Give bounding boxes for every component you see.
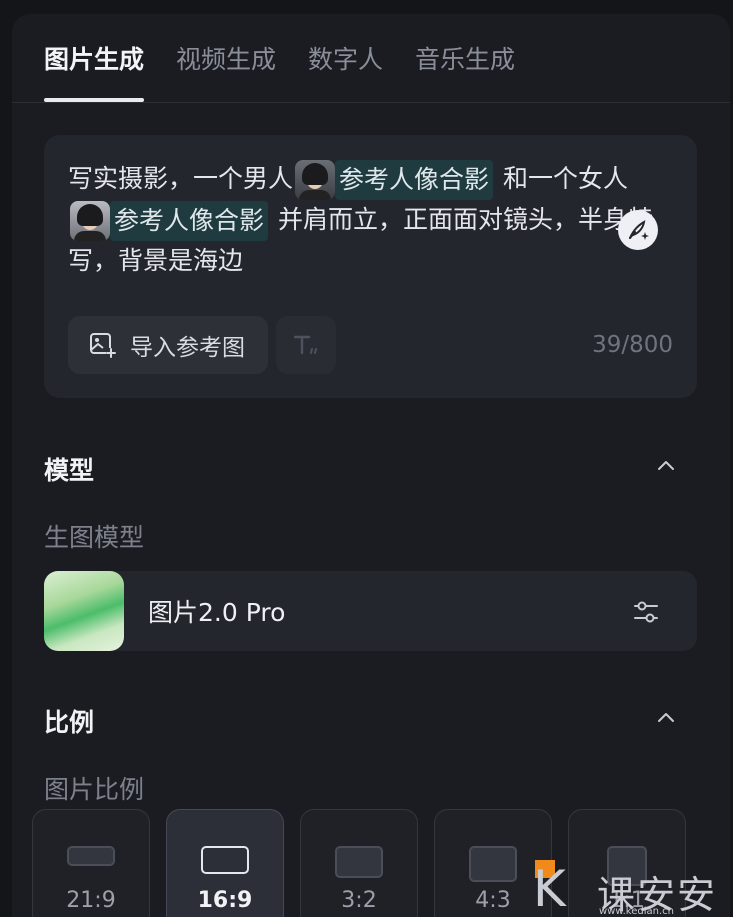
ratio-option-3-2[interactable]: 3:2 (300, 809, 418, 917)
magic-pen-icon (629, 220, 649, 240)
reference-label: 参考人像合影 (110, 201, 269, 241)
ratio-section-subtitle: 图片比例 (44, 775, 145, 804)
model-thumbnail (44, 571, 124, 651)
tab-bar: 图片生成 视频生成 数字人 音乐生成 (44, 14, 515, 102)
ratio-shape-icon (67, 846, 115, 866)
text-format-icon (293, 335, 317, 355)
prompt-segment: 和一个女人 (502, 164, 628, 193)
prompt-segment: 写实摄影，一个男人 (68, 164, 294, 193)
reference-chip-woman[interactable]: 参考人像合影 (70, 201, 269, 241)
chevron-up-icon[interactable] (654, 454, 678, 478)
tab-digital-human[interactable]: 数字人 (308, 14, 383, 102)
import-reference-button[interactable]: 导入参考图 (68, 316, 268, 374)
reference-avatar-man (295, 160, 336, 200)
tab-music-generation[interactable]: 音乐生成 (415, 14, 515, 102)
reference-avatar-woman (70, 201, 110, 241)
ratio-label: 16:9 (197, 888, 253, 913)
ratio-label: 3:2 (341, 888, 377, 913)
import-reference-label: 导入参考图 (130, 335, 245, 361)
model-selector[interactable]: 图片2.0 Pro (44, 571, 697, 651)
reference-chip-man[interactable]: 参考人像合影 (295, 160, 494, 200)
tab-video-generation[interactable]: 视频生成 (176, 14, 276, 102)
sliders-icon[interactable] (631, 597, 661, 627)
ratio-option-21-9[interactable]: 21:9 (32, 809, 150, 917)
model-name: 图片2.0 Pro (148, 598, 286, 627)
ratio-shape-icon (335, 846, 383, 878)
model-section-subtitle: 生图模型 (44, 523, 145, 552)
text-style-button[interactable] (276, 316, 336, 374)
ratio-shape-icon (469, 846, 517, 882)
ratio-shape-icon (201, 846, 249, 874)
tab-divider (12, 102, 730, 103)
ratio-option-16-9[interactable]: 16:9 (166, 809, 284, 917)
prompt-text[interactable]: 写实摄影，一个男人 参考人像合影 和一个女人 参考人像合影 并肩而立，正面面对镜头，… (68, 159, 668, 281)
ratio-section-title: 比例 (44, 708, 95, 737)
generation-panel: 图片生成 视频生成 数字人 音乐生成 写实摄影，一个男人 参考人像合影 和一个女人… (12, 14, 730, 917)
model-section-title: 模型 (44, 456, 95, 485)
magic-edit-button[interactable] (618, 210, 658, 250)
watermark-logo: K 课安安 www.kedian.cn (533, 858, 733, 917)
chevron-up-icon[interactable] (654, 706, 678, 730)
watermark-url: www.kedian.cn (599, 906, 674, 917)
reference-label: 参考人像合影 (335, 160, 494, 200)
prompt-box[interactable]: 写实摄影，一个男人 参考人像合影 和一个女人 参考人像合影 并肩而立，正面面对镜头，… (44, 135, 697, 398)
ratio-label: 21:9 (66, 888, 116, 913)
add-image-icon (90, 333, 116, 358)
tab-image-generation[interactable]: 图片生成 (44, 14, 145, 102)
character-count: 39/800 (592, 332, 673, 358)
watermark-k-glyph: K (533, 860, 566, 917)
